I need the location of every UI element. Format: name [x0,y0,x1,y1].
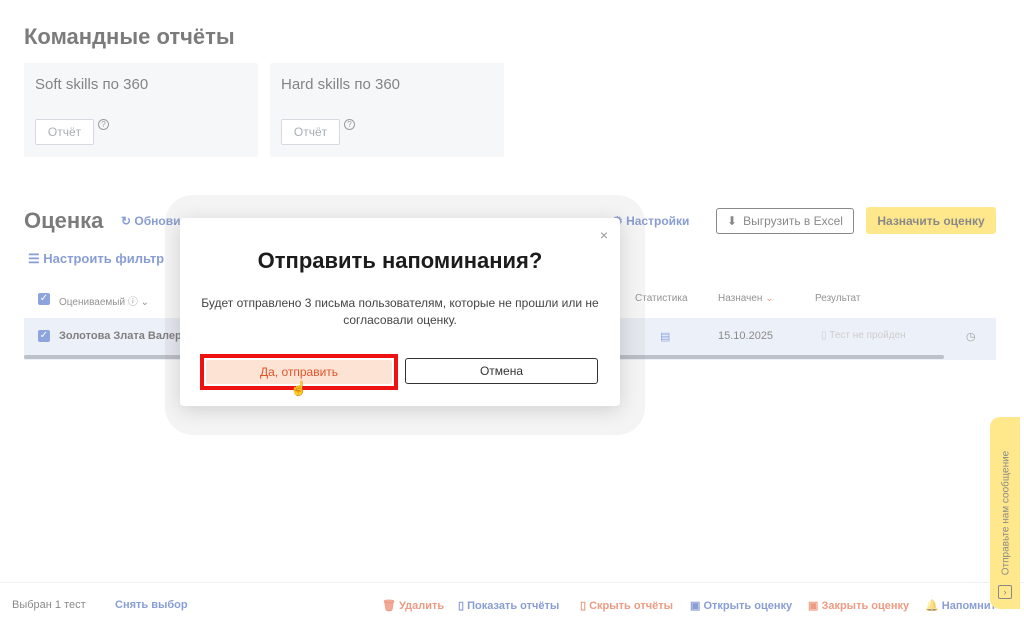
dialog-message: Будет отправлено 3 письма пользователям,… [201,296,599,327]
close-icon[interactable]: × [600,227,608,243]
cancel-button[interactable]: Отмена [405,358,598,384]
hand-cursor-icon: ☝ [290,380,308,396]
dialog-title: Отправить напоминания? [257,248,543,273]
page: Командные отчёты Soft skills по 360 Отчё… [0,0,1024,620]
reminder-dialog: × Отправить напоминания? Будет отправлен… [180,218,620,406]
